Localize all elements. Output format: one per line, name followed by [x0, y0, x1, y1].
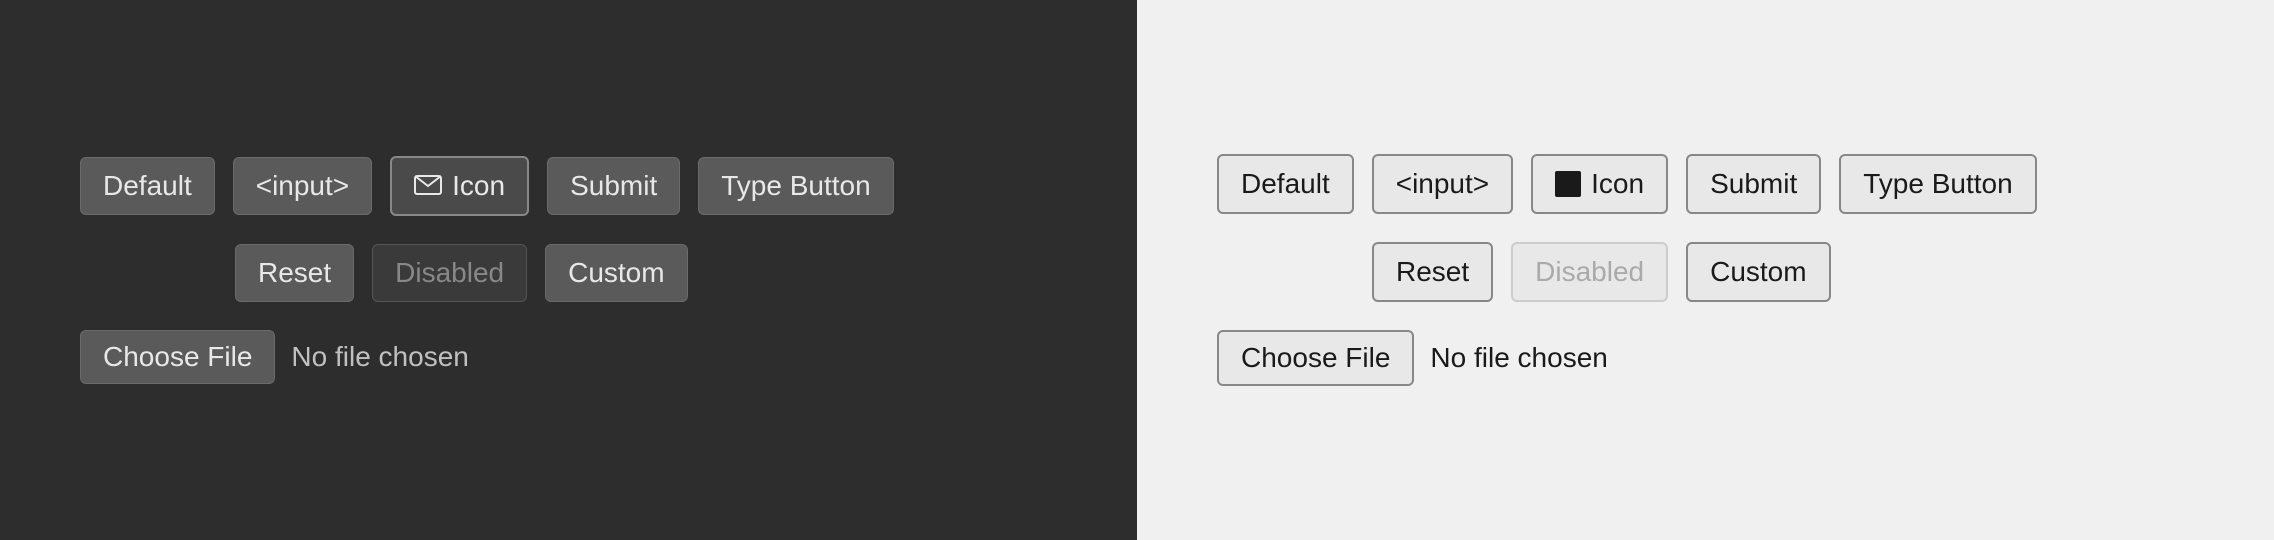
dark-reset-button[interactable]: Reset — [235, 244, 354, 302]
dark-icon-button[interactable]: Icon — [390, 156, 529, 216]
dark-submit-button[interactable]: Submit — [547, 157, 680, 215]
light-reset-button[interactable]: Reset — [1372, 242, 1493, 302]
light-input-button[interactable]: <input> — [1372, 154, 1513, 214]
light-row-3: Choose File No file chosen — [1217, 330, 2194, 386]
dark-choose-file-button[interactable]: Choose File — [80, 330, 275, 384]
dark-row-2: Reset Disabled Custom — [80, 244, 1057, 302]
dark-custom-button[interactable]: Custom — [545, 244, 687, 302]
light-custom-button[interactable]: Custom — [1686, 242, 1830, 302]
light-icon-label: Icon — [1591, 166, 1644, 202]
light-icon-button[interactable]: Icon — [1531, 154, 1668, 214]
dark-icon-label: Icon — [452, 168, 505, 204]
light-disabled-button: Disabled — [1511, 242, 1668, 302]
dark-panel: Default <input> Icon Submit Type Button … — [0, 0, 1137, 540]
light-row-1: Default <input> Icon Submit Type Button — [1217, 154, 2194, 214]
light-row-2: Reset Disabled Custom — [1217, 242, 2194, 302]
light-square-icon — [1555, 171, 1581, 197]
light-default-button[interactable]: Default — [1217, 154, 1354, 214]
light-choose-file-button[interactable]: Choose File — [1217, 330, 1414, 386]
light-panel: Default <input> Icon Submit Type Button … — [1137, 0, 2274, 540]
dark-row-3: Choose File No file chosen — [80, 330, 1057, 384]
dark-file-input-container: Choose File No file chosen — [80, 330, 469, 384]
light-no-file-label: No file chosen — [1430, 342, 1607, 374]
dark-no-file-label: No file chosen — [291, 341, 468, 373]
dark-default-button[interactable]: Default — [80, 157, 215, 215]
dark-disabled-button: Disabled — [372, 244, 527, 302]
dark-row-1: Default <input> Icon Submit Type Button — [80, 156, 1057, 216]
dark-type-button[interactable]: Type Button — [698, 157, 893, 215]
dark-input-button[interactable]: <input> — [233, 157, 372, 215]
light-file-input-container: Choose File No file chosen — [1217, 330, 1608, 386]
dark-mail-icon — [414, 168, 442, 204]
light-submit-button[interactable]: Submit — [1686, 154, 1821, 214]
light-type-button[interactable]: Type Button — [1839, 154, 2036, 214]
